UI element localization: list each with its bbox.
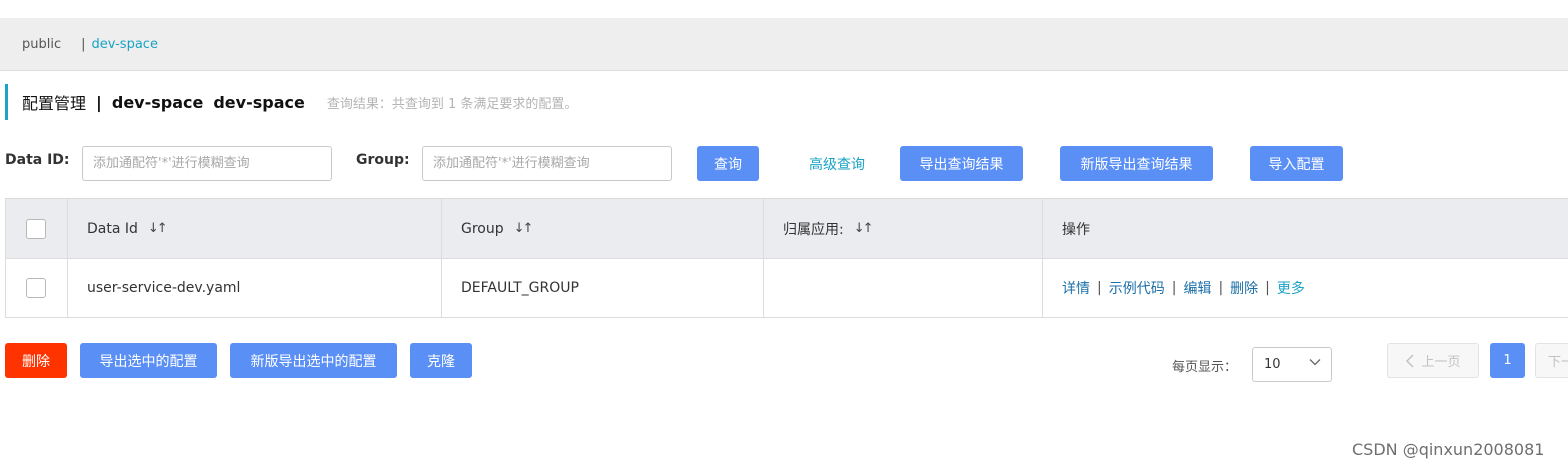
page-size-value: 10 (1264, 357, 1281, 372)
data-id-input[interactable] (82, 146, 332, 181)
header-ops-label: 操作 (1062, 221, 1090, 238)
clone-button[interactable]: 克隆 (410, 343, 472, 378)
export-query-result-button[interactable]: 导出查询结果 (900, 146, 1023, 181)
namespace-item-public[interactable]: public (22, 37, 61, 52)
table-header: Data Id ↓↑ Group ↓↑ 归属应用: ↓↑ 操作 (5, 199, 1568, 259)
export-selected-button[interactable]: 导出选中的配置 (80, 343, 217, 378)
group-input[interactable] (422, 146, 672, 181)
page-size-select[interactable]: 10 (1252, 347, 1332, 382)
op-sample-code-link[interactable]: 示例代码 (1109, 278, 1165, 298)
op-separator: | (1097, 280, 1102, 296)
header-group-label: Group (461, 220, 504, 237)
next-page-button[interactable]: 下一页 (1535, 343, 1568, 378)
header-app-label: 归属应用: (783, 221, 844, 238)
header-select-cell (5, 199, 68, 258)
sort-icon[interactable]: ↓↑ (854, 221, 874, 236)
chevron-left-icon (1406, 353, 1415, 368)
select-all-checkbox[interactable] (26, 218, 46, 239)
new-export-query-result-button[interactable]: 新版导出查询结果 (1060, 146, 1213, 181)
namespace-item-dev-space[interactable]: dev-space (92, 37, 158, 52)
header-data-id-label: Data Id (87, 220, 138, 237)
sort-icon[interactable]: ↓↑ (148, 221, 168, 236)
row-select-cell (5, 259, 68, 317)
header-group[interactable]: Group ↓↑ (442, 199, 764, 258)
delete-selected-button[interactable]: 删除 (5, 343, 67, 378)
row-checkbox[interactable] (26, 278, 46, 298)
page-title-text: 配置管理 (22, 94, 87, 113)
op-detail-link[interactable]: 详情 (1062, 278, 1090, 298)
page-size-label: 每页显示： (1172, 360, 1238, 375)
new-export-selected-button[interactable]: 新版导出选中的配置 (230, 343, 397, 378)
chevron-down-icon (1309, 359, 1321, 366)
config-table: Data Id ↓↑ Group ↓↑ 归属应用: ↓↑ 操作 user-ser… (5, 198, 1568, 318)
row-data-id: user-service-dev.yaml (68, 259, 442, 317)
header-app[interactable]: 归属应用: ↓↑ (764, 199, 1043, 258)
import-config-button[interactable]: 导入配置 (1250, 146, 1343, 181)
op-separator: | (1171, 280, 1177, 296)
query-result-summary: 查询结果：共查询到 1 条满足要求的配置。 (326, 96, 578, 112)
page-number-button[interactable]: 1 (1490, 343, 1525, 378)
data-id-label: Data ID: (5, 152, 70, 168)
namespace-bar: public | dev-space (0, 18, 1568, 71)
prev-page-label: 上一页 (1421, 355, 1461, 370)
op-separator: | (1218, 280, 1224, 296)
advanced-query-link[interactable]: 高级查询 (809, 146, 865, 181)
namespace-separator: | (81, 36, 86, 52)
row-group: DEFAULT_GROUP (442, 259, 764, 317)
query-button[interactable]: 查询 (697, 146, 759, 181)
prev-page-button[interactable]: 上一页 (1387, 343, 1479, 378)
op-edit-link[interactable]: 编辑 (1183, 278, 1211, 298)
sort-icon[interactable]: ↓↑ (514, 221, 534, 236)
op-more-link[interactable]: 更多 (1277, 278, 1305, 298)
page-title: 配置管理 | dev-space dev-space 查询结果：共查询到 1 条… (5, 84, 577, 120)
watermark: CSDN @qinxun2008081 (1352, 440, 1545, 459)
title-separator: | (96, 92, 102, 112)
row-app (764, 259, 1043, 317)
row-ops: 详情 | 示例代码 | 编辑 | 删除 | 更多 (1043, 259, 1568, 317)
header-ops: 操作 (1043, 199, 1568, 258)
op-delete-link[interactable]: 删除 (1230, 278, 1258, 298)
op-separator: | (1265, 280, 1270, 296)
group-label: Group: (356, 152, 410, 168)
header-data-id[interactable]: Data Id ↓↑ (68, 199, 442, 258)
title-namespace-name: dev-space (111, 92, 204, 112)
table-row: user-service-dev.yaml DEFAULT_GROUP 详情 |… (5, 259, 1568, 318)
title-namespace-id: dev-space (213, 92, 305, 112)
